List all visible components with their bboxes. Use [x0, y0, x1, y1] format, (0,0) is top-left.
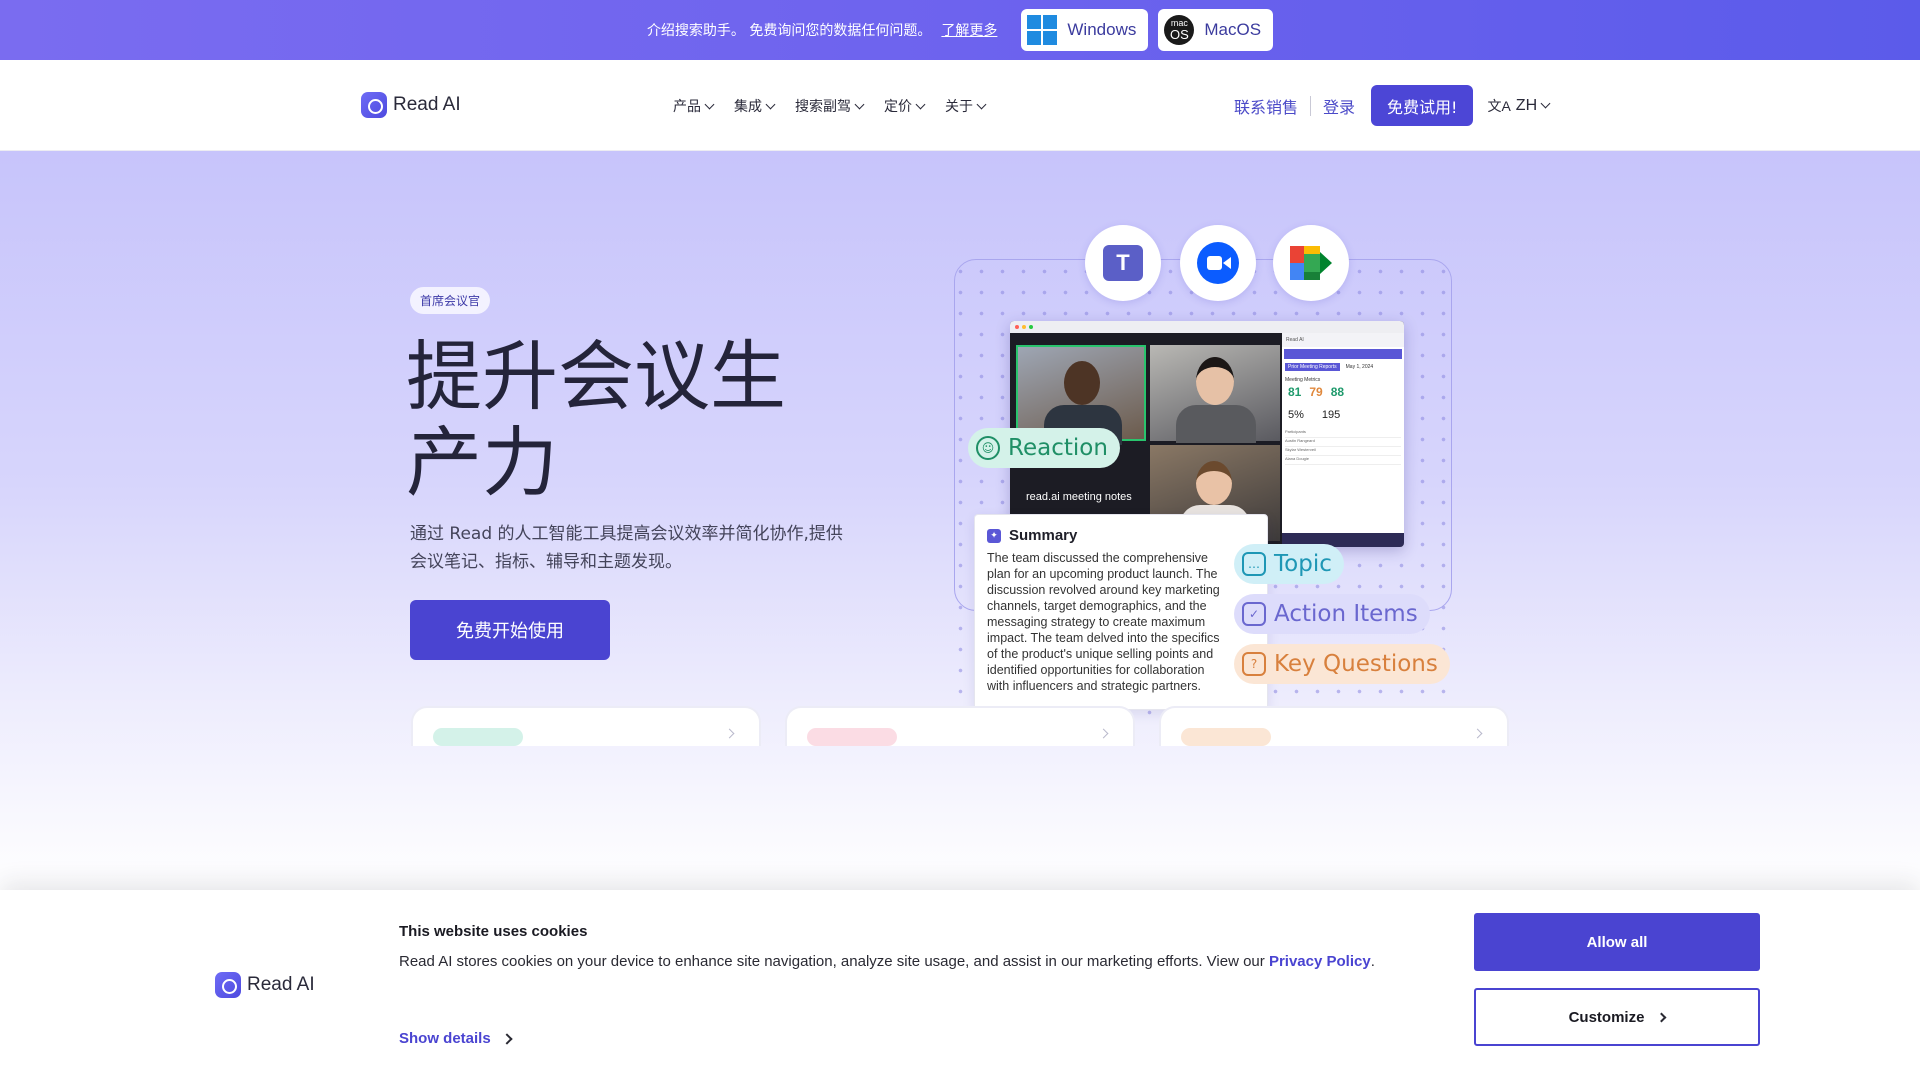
feature-card[interactable]: [1159, 706, 1509, 746]
cookie-body: Read AI stores cookies on your device to…: [399, 953, 1375, 970]
google-meet-app-badge: [1273, 225, 1349, 301]
chevron-down-icon: [1540, 98, 1551, 109]
read-ai-logo-icon: [215, 972, 241, 998]
promo-text: 介绍搜索助手。 免费询问您的数据任何问题。: [646, 23, 932, 39]
reaction-pill: ☺ Reaction: [968, 428, 1120, 468]
list-item: Austin Rangeard: [1285, 438, 1401, 447]
chevron-right-icon: [724, 728, 735, 739]
list-item: Alana Dougie: [1285, 456, 1401, 465]
cookie-brand-name: Read AI: [247, 974, 315, 995]
metric-value: 88: [1330, 385, 1345, 399]
card-tag: [807, 728, 897, 746]
zoom-app-badge: [1180, 225, 1256, 301]
translate-icon: 文A: [1487, 97, 1511, 114]
metrics-row: 81 79 88: [1282, 385, 1404, 399]
hero-badge: 首席会议官: [410, 287, 491, 314]
read-ai-logo-icon: [361, 92, 387, 118]
macos-icon: mac OS: [1164, 15, 1195, 45]
privacy-policy-link[interactable]: Privacy Policy: [1269, 953, 1371, 970]
topic-pill: … Topic: [1234, 544, 1344, 584]
menu-item-integrations[interactable]: 集成: [734, 96, 776, 116]
windows-icon: [1027, 15, 1058, 45]
allow-all-button[interactable]: Allow all: [1474, 913, 1760, 971]
hero-section: 首席会议官 提升会议生产力 通过 Read 的人工智能工具提高会议效率并简化协作…: [0, 151, 1920, 891]
chevron-right-icon: [1098, 728, 1109, 739]
panel-bar: [1284, 349, 1402, 359]
metric-value: 81: [1288, 385, 1302, 399]
read-ai-side-panel: Read AI Prior Meeting Reports May 1, 202…: [1282, 333, 1404, 547]
chevron-right-icon: [501, 1032, 513, 1045]
windows-label: Windows: [1067, 20, 1137, 39]
chevron-down-icon: [704, 99, 715, 109]
login-link[interactable]: 登录: [1323, 94, 1355, 118]
metrics-row-2: 5% 195: [1288, 409, 1341, 421]
metric-value: 79: [1309, 385, 1323, 399]
chevron-down-icon: [976, 99, 987, 109]
smile-icon: ☺: [976, 436, 1000, 460]
main-menu: 产品 集成 搜索副驾 定价 关于: [673, 96, 987, 116]
language-selector[interactable]: 文A ZH: [1487, 96, 1551, 116]
chevron-down-icon: [765, 99, 776, 109]
menu-item-about[interactable]: 关于: [945, 96, 987, 116]
participant-video-tile: [1016, 345, 1146, 445]
chat-bubble-icon: …: [1242, 552, 1266, 576]
show-details-button[interactable]: Show details: [399, 1030, 513, 1047]
key-questions-pill: ? Key Questions: [1234, 644, 1450, 684]
brand-logo-link[interactable]: Read AI: [361, 92, 461, 118]
windows-download-button[interactable]: Windows: [1021, 9, 1149, 51]
checkbox-icon: ✓: [1242, 602, 1266, 626]
window-controls: [1010, 321, 1404, 333]
panel-tabs: Prior Meeting Reports May 1, 2024: [1282, 361, 1404, 373]
participants-title: Participants: [1285, 429, 1401, 438]
meeting-notes-label: read.ai meeting notes: [1026, 491, 1132, 503]
chevron-down-icon: [915, 99, 926, 109]
participant-video-tile: [1150, 345, 1280, 443]
cookie-brand-logo: Read AI: [215, 972, 315, 998]
list-item: Skylar Westerveil: [1285, 447, 1401, 456]
teams-app-badge: T: [1085, 225, 1161, 301]
chevron-down-icon: [854, 99, 865, 109]
magic-wand-icon: ✦: [987, 528, 1001, 543]
menu-item-search-copilot[interactable]: 搜索副驾: [795, 96, 865, 116]
chevron-right-icon: [1656, 1012, 1667, 1022]
chevron-right-icon: [1472, 728, 1483, 739]
menu-item-pricing[interactable]: 定价: [884, 96, 926, 116]
free-trial-button[interactable]: 免费试用!: [1371, 85, 1474, 126]
nav-actions: 联系销售 登录 免费试用! 文A ZH: [1234, 85, 1551, 126]
customize-button[interactable]: Customize: [1474, 988, 1760, 1046]
google-meet-icon: [1290, 246, 1332, 280]
feature-card[interactable]: [785, 706, 1135, 746]
cookie-title: This website uses cookies: [399, 923, 588, 940]
language-label: ZH: [1515, 96, 1538, 114]
microsoft-teams-icon: T: [1103, 245, 1143, 281]
hero-subtext: 通过 Read 的人工智能工具提高会议效率并简化协作,提供会议笔记、指标、辅导和…: [410, 524, 843, 572]
card-tag: [1181, 728, 1271, 746]
menu-item-products[interactable]: 产品: [673, 96, 715, 116]
participants-list: Participants Austin Rangeard Skylar West…: [1282, 421, 1404, 465]
start-free-button[interactable]: 免费开始使用: [410, 600, 610, 660]
panel-metrics-title: Meeting Metrics: [1285, 377, 1321, 383]
promo-bar: 介绍搜索助手。 免费询问您的数据任何问题。 了解更多 Windows mac OS…: [0, 0, 1920, 60]
hero-headline: 提升会议生产力: [406, 332, 786, 507]
nav-divider: [1310, 95, 1312, 116]
panel-header: Read AI: [1282, 333, 1404, 347]
brand-name: Read AI: [393, 94, 461, 115]
macos-download-button[interactable]: mac OS MacOS: [1158, 9, 1274, 51]
hero-illustration: T read.ai meeting notes Read AI Prior Me…: [950, 221, 1470, 721]
action-items-pill: ✓ Action Items: [1234, 594, 1430, 634]
summary-text: The team discussed the comprehensive pla…: [987, 551, 1220, 693]
macos-label: MacOS: [1204, 20, 1262, 39]
summary-card: ✦ Summary The team discussed the compreh…: [974, 514, 1268, 710]
top-nav: Read AI 产品 集成 搜索副驾 定价 关于 联系销售 登录 免费试用! 文…: [0, 60, 1920, 151]
cookie-banner: Read AI This website uses cookies Read A…: [0, 890, 1920, 1080]
contact-sales-link[interactable]: 联系销售: [1234, 94, 1298, 118]
card-tag: [433, 728, 523, 746]
zoom-icon: [1197, 242, 1239, 284]
promo-learn-more-link[interactable]: 了解更多: [941, 20, 997, 40]
summary-header: ✦ Summary: [987, 527, 1255, 544]
feature-card[interactable]: [411, 706, 761, 746]
question-icon: ?: [1242, 652, 1266, 676]
